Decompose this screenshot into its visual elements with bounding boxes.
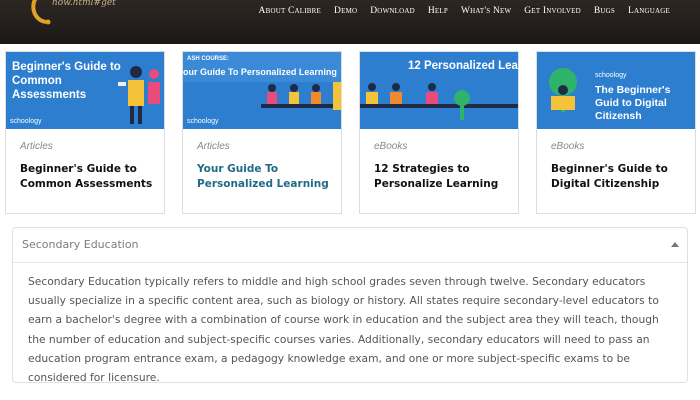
card-title[interactable]: 12 Strategies to Personalize Learning [374,162,514,192]
main-nav: About Calibre Demo Download Help What's … [259,6,670,16]
nav-help[interactable]: Help [428,6,448,16]
card-image[interactable]: schoology The Beginner's Guid to Digital… [537,52,695,129]
logo-text: how.html#get [52,0,116,8]
card-category: Articles [197,141,230,152]
card-image-title: Beginner's Guide to Common Assessments [12,61,121,101]
card-category: eBooks [551,141,585,152]
card-image-kicker: ASH COURSE: [187,56,230,62]
resource-card[interactable]: schoology The Beginner's Guid to Digital… [536,51,696,214]
card-title[interactable]: Beginner's Guide to Common Assessments [20,162,160,192]
resource-card[interactable]: 12 Personalized Learning Strategie eBook… [359,51,519,214]
accordion-title[interactable]: Secondary Education [22,238,139,251]
card-image[interactable]: Beginner's Guide to Common Assessments s… [6,52,164,129]
card-image-title: our Guide To Personalized Learning [183,67,337,77]
card-category: Articles [20,141,53,152]
schoology-brand: schoology [187,118,219,125]
card-title[interactable]: Your Guide To Personalized Learning [197,162,337,192]
resource-card[interactable]: Beginner's Guide to Common Assessments s… [5,51,165,214]
card-image[interactable]: 12 Personalized Learning Strategie [360,52,518,129]
card-category: eBooks [374,141,408,152]
secondary-education-accordion: Secondary Education Secondary Education … [12,227,688,384]
resource-cards: Beginner's Guide to Common Assessments s… [0,44,700,214]
nav-language[interactable]: Language [628,6,670,16]
card-image-title: 12 Personalized Learning Strategie [408,60,518,72]
nav-whats-new[interactable]: What's New [461,6,511,16]
nav-download[interactable]: Download [370,6,415,16]
caret-up-icon[interactable] [671,242,679,247]
card-image-title: The Beginner's Guid to Digital Citizensh [595,84,671,122]
nav-get-involved[interactable]: Get Involved [524,6,581,16]
card-title[interactable]: Beginner's Guide to Digital Citizenship [551,162,691,192]
nav-about-calibre[interactable]: About Calibre [259,6,322,16]
schoology-brand: schoology [10,118,42,125]
resource-card[interactable]: ASH COURSE: our Guide To Personalized Le… [182,51,342,214]
nav-bugs[interactable]: Bugs [594,6,615,16]
nav-demo[interactable]: Demo [334,6,357,16]
top-nav-bar: how.html#get About Calibre Demo Download… [0,0,700,44]
accordion-body-text: Secondary Education typically refers to … [28,275,659,385]
schoology-brand: schoology [595,72,627,79]
accordion-header[interactable]: Secondary Education [13,228,687,263]
card-image[interactable]: ASH COURSE: our Guide To Personalized Le… [183,52,341,129]
